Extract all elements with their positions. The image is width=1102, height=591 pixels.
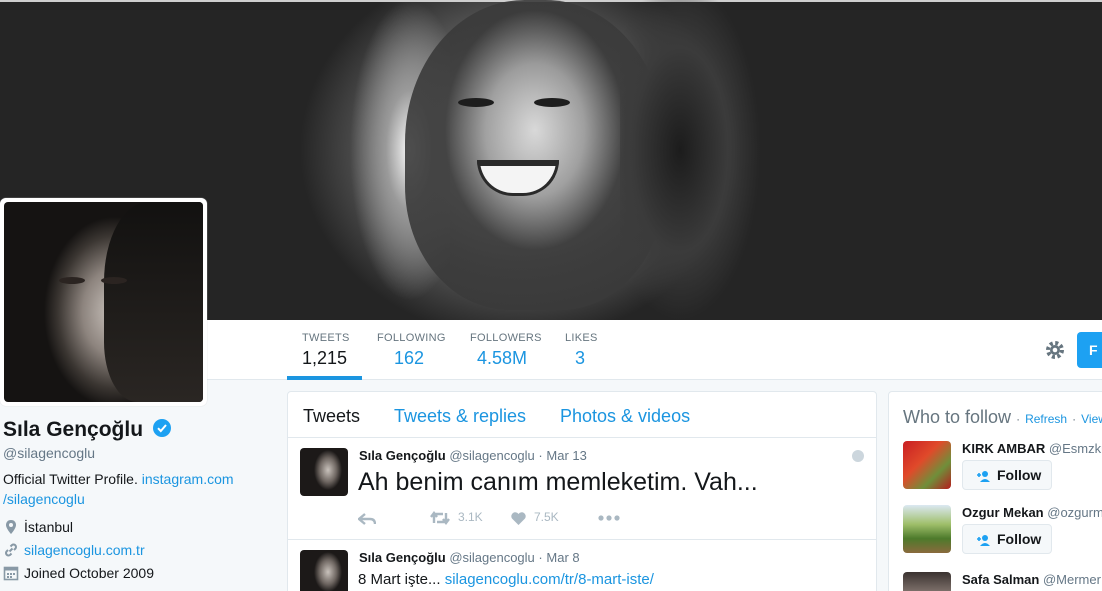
tweet-date[interactable]: Mar 8 (546, 550, 579, 565)
avatar-eye-left (59, 277, 85, 284)
follow-user-label: Follow (997, 531, 1042, 547)
nav-following[interactable]: FOLLOWING 162 (377, 320, 457, 380)
tweet-header: Sıla Gençoğlu @silagencoglu · Mar 8 (359, 550, 580, 565)
retweet-count: 3.1K (458, 510, 483, 524)
tweet-author-name[interactable]: Sıla Gençoğlu (359, 448, 446, 463)
follow-button-label: F (1089, 342, 1098, 358)
follow-user-button[interactable]: Follow (962, 524, 1052, 554)
suggested-user-name[interactable]: Ozgur Mekan @ozgurm (962, 505, 1102, 520)
follow-button[interactable]: F (1077, 332, 1102, 368)
heart-icon[interactable] (510, 511, 527, 526)
avatar-hair (104, 202, 203, 402)
calendar-icon (3, 566, 19, 581)
tweet-item[interactable]: Sıla Gençoğlu @silagencoglu · Mar 8 8 Ma… (288, 540, 876, 591)
refresh-link[interactable]: Refresh (1025, 412, 1067, 426)
tweet-separator: · (538, 550, 543, 565)
profile-location: İstanbul (3, 519, 73, 535)
tweet-actions: 3.1K 7.5K (358, 510, 658, 530)
bio-text: Official Twitter Profile. (3, 471, 142, 487)
retweet-icon[interactable] (430, 511, 450, 525)
banner-eye-left (458, 98, 494, 107)
who-to-follow: Who to follow · Refresh · View KIRK AMBA… (888, 391, 1102, 591)
banner-eye-right (534, 98, 570, 107)
tweet-header: Sıla Gençoğlu @silagencoglu · Mar 13 (359, 448, 587, 463)
profile-avatar[interactable] (0, 198, 207, 406)
website-link[interactable]: silagencoglu.com.tr (24, 542, 145, 558)
suggested-user-display-name: Ozgur Mekan (962, 505, 1044, 520)
profile-handle[interactable]: @silagencoglu (3, 445, 95, 461)
profile-name-text: Sıla Gençoğlu (3, 418, 144, 441)
tab-photos-videos[interactable]: Photos & videos (560, 406, 690, 427)
nav-likes[interactable]: LIKES 3 (565, 320, 605, 380)
more-icon[interactable] (598, 515, 620, 521)
tweet-author-handle[interactable]: @silagencoglu (449, 550, 534, 565)
nav-likes-count: 3 (575, 348, 586, 368)
who-to-follow-title: Who to follow (903, 407, 1012, 427)
suggested-user-display-name: KIRK AMBAR (962, 441, 1046, 456)
tweet-author-handle[interactable]: @silagencoglu (449, 448, 534, 463)
nav-tweets-count: 1,215 (302, 348, 348, 368)
tweet-author-name[interactable]: Sıla Gençoğlu (359, 550, 446, 565)
nav-following-label: FOLLOWING (377, 332, 446, 344)
tab-tweets-replies[interactable]: Tweets & replies (394, 406, 526, 427)
follow-user-button[interactable]: Follow (962, 460, 1052, 490)
gear-icon[interactable] (1044, 339, 1066, 361)
avatar-eye-right (101, 277, 127, 284)
title-separator: · (1016, 412, 1021, 426)
nav-followers-count: 4.58M (477, 348, 528, 368)
avatar-image (4, 202, 203, 402)
like-count: 7.5K (534, 510, 559, 524)
tab-tweets[interactable]: Tweets (303, 406, 360, 427)
profile-name[interactable]: Sıla Gençoğlu (3, 418, 171, 442)
location-pin-icon (6, 520, 16, 534)
timeline: Tweets Tweets & replies Photos & videos … (287, 391, 877, 591)
profile-joined: Joined October 2009 (3, 565, 154, 581)
who-to-follow-header: Who to follow · Refresh · View (903, 407, 1102, 428)
tweet-text: Ah benim canım memleketim. Vah... (358, 468, 758, 496)
suggested-user-handle: @Mermer (1042, 572, 1101, 587)
suggested-user-handle: @Esmzku (1048, 441, 1102, 456)
suggested-user-display-name: Safa Salman (962, 572, 1040, 587)
view-all-link[interactable]: View (1081, 412, 1102, 426)
nav-followers-label: FOLLOWERS (470, 332, 542, 344)
nav-likes-label: LIKES (565, 332, 598, 344)
suggested-user-handle: @ozgurm (1047, 505, 1102, 520)
joined-text: Joined October 2009 (24, 565, 154, 581)
link-icon (5, 543, 17, 557)
title-separator: · (1072, 412, 1077, 426)
location-text: İstanbul (24, 519, 74, 535)
timeline-tabs: Tweets Tweets & replies Photos & videos (288, 392, 876, 438)
bio-link-instagram-path[interactable]: /silagencoglu (3, 491, 85, 507)
nav-tweets-label: TWEETS (302, 332, 350, 344)
banner-hair-right (620, 0, 800, 320)
verified-badge-icon (152, 419, 171, 438)
follow-person-icon (977, 535, 990, 546)
suggested-user-avatar[interactable] (903, 505, 951, 553)
tweet-text: 8 Mart işte... silagencoglu.com/tr/8-mar… (358, 571, 654, 588)
nav-tweets[interactable]: TWEETS 1,215 (287, 320, 362, 380)
nav-following-count: 162 (394, 348, 425, 368)
bio-link-instagram[interactable]: instagram.com (142, 471, 234, 487)
follow-user-label: Follow (997, 467, 1042, 483)
tweet-text-body: 8 Mart işte... (358, 571, 445, 588)
globe-icon (852, 450, 864, 462)
tweet-separator: · (538, 448, 543, 463)
profile-website: silagencoglu.com.tr (3, 542, 145, 558)
follow-person-icon (977, 471, 990, 482)
profile-bio: Official Twitter Profile. instagram.com /… (3, 469, 253, 509)
reply-icon[interactable] (358, 512, 376, 526)
suggested-user-avatar[interactable] (903, 441, 951, 489)
suggested-user-name[interactable]: Safa Salman @Mermer (962, 572, 1101, 587)
suggested-user-name[interactable]: KIRK AMBAR @Esmzku (962, 441, 1102, 456)
nav-followers[interactable]: FOLLOWERS 4.58M (470, 320, 550, 380)
tweet-avatar[interactable] (300, 448, 348, 496)
tweet-item[interactable]: Sıla Gençoğlu @silagencoglu · Mar 13 Ah … (288, 438, 876, 540)
tweet-avatar[interactable] (300, 550, 348, 591)
tweet-link[interactable]: silagencoglu.com/tr/8-mart-iste/ (445, 571, 654, 588)
tweet-date[interactable]: Mar 13 (546, 448, 586, 463)
suggested-user-avatar[interactable] (903, 572, 951, 591)
